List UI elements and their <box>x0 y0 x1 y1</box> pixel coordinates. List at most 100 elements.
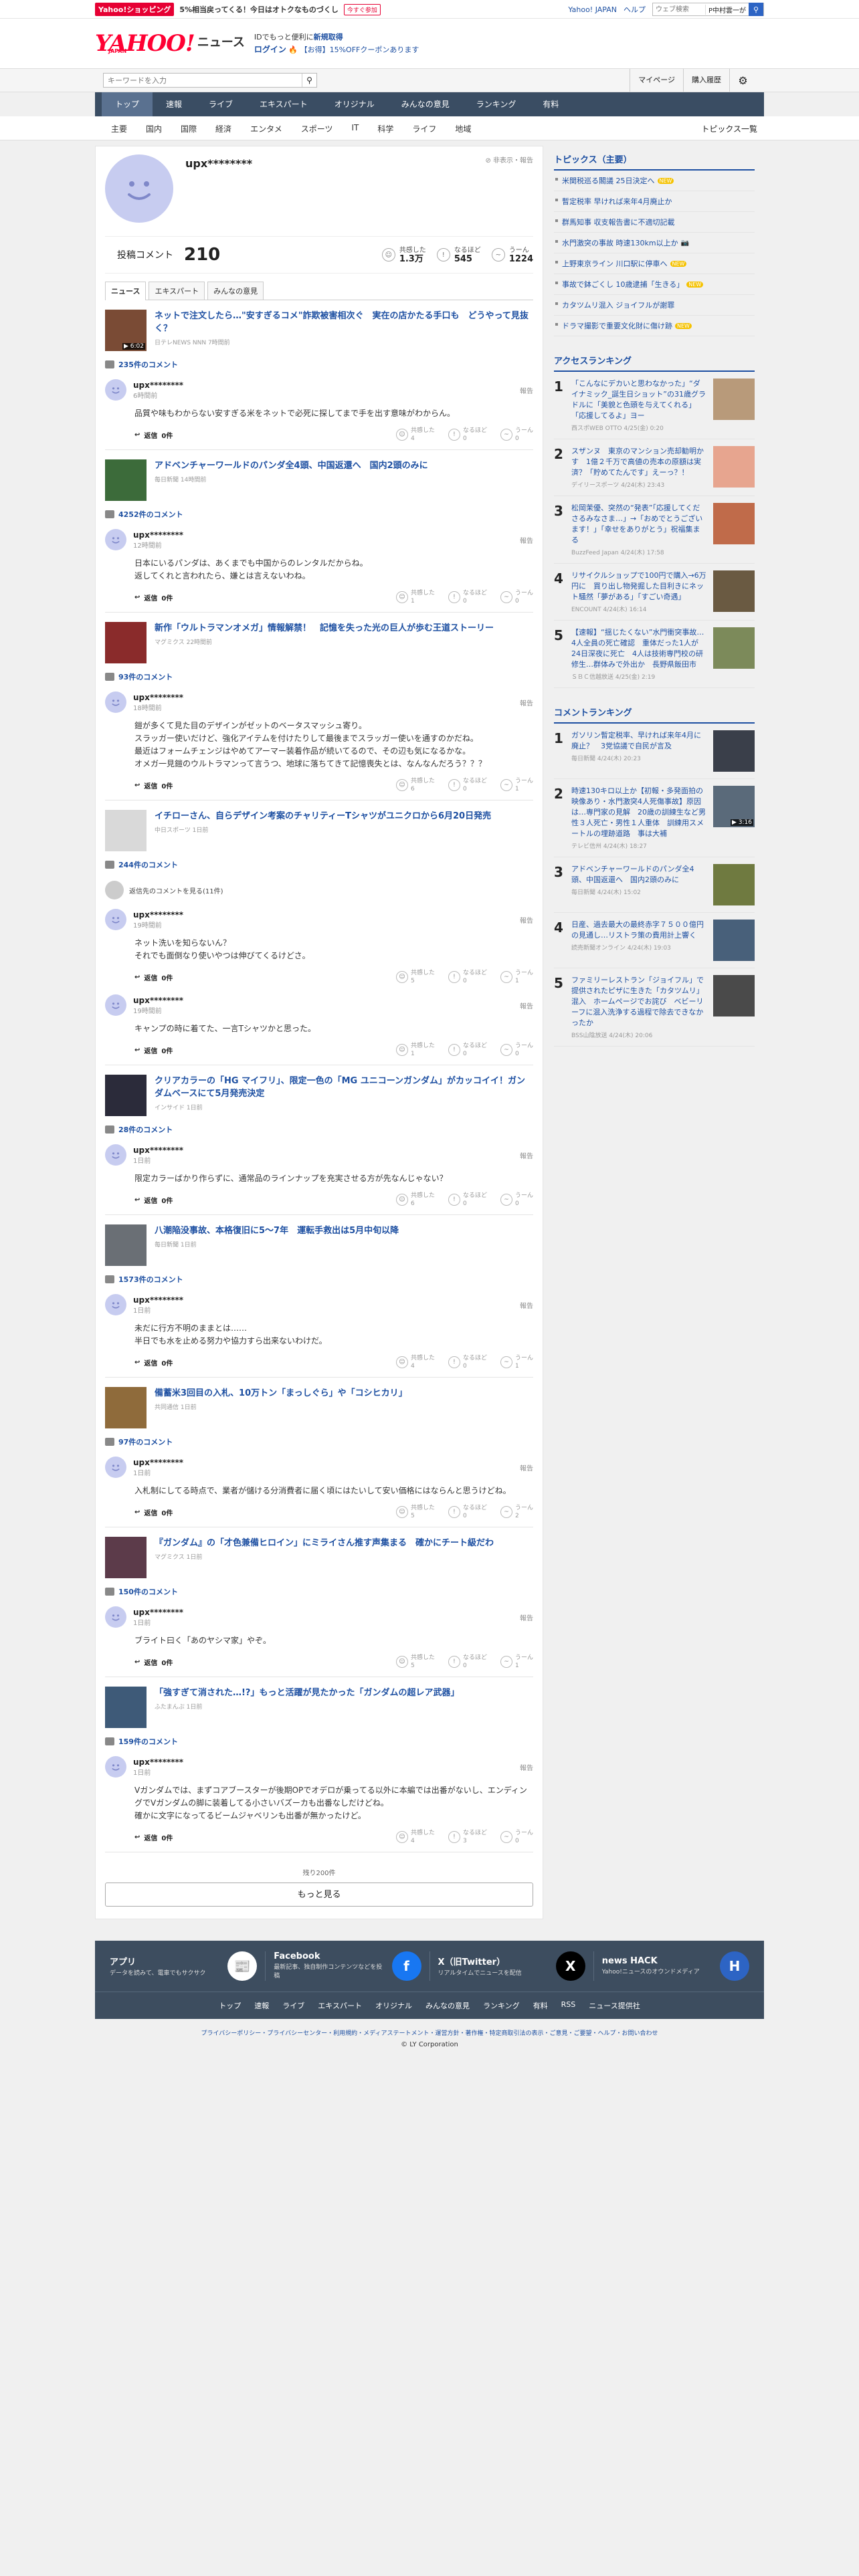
commenter-name[interactable]: upx******** <box>133 1146 183 1155</box>
comment-count-link[interactable]: 244件のコメント <box>105 859 533 870</box>
vote-button[interactable]: ~ うーん 1 <box>500 777 533 793</box>
vote-button[interactable]: ! なるほど 0 <box>448 427 487 443</box>
reply-button[interactable]: ↩ 返信 0件 <box>134 1195 173 1205</box>
commenter-name[interactable]: upx******** <box>133 1458 183 1467</box>
vote-button[interactable]: ! なるほど 0 <box>448 1654 487 1670</box>
comment-count-link[interactable]: 93件のコメント <box>105 671 533 682</box>
vote-button[interactable]: ~ うーん 0 <box>500 589 533 605</box>
vote-button[interactable]: ~ うーん 0 <box>500 1042 533 1058</box>
profile-tab[interactable]: ニュース <box>105 282 147 300</box>
shopping-badge[interactable]: Yahoo!ショッピング <box>95 3 175 16</box>
vote-button[interactable]: ☺ 共感した 6 <box>395 1192 435 1208</box>
article-title[interactable]: 八潮陥没事故、本格復旧に5～7年 運転手救出は5月中旬以降 <box>155 1226 399 1236</box>
commenter-name[interactable]: upx******** <box>133 1295 183 1305</box>
vote-button[interactable]: ☺ 共感した 4 <box>395 427 435 443</box>
article-thumbnail[interactable] <box>105 1224 147 1266</box>
commenter-name[interactable]: upx******** <box>133 996 183 1005</box>
report-link[interactable]: 報告 <box>520 1000 533 1010</box>
vote-button[interactable]: ~ うーん 1 <box>500 969 533 985</box>
commenter-name[interactable]: upx******** <box>133 381 183 390</box>
footer-link[interactable]: RSS <box>561 2000 576 2011</box>
vote-button[interactable]: ! なるほど 0 <box>448 1354 487 1370</box>
article-thumbnail[interactable] <box>105 1075 147 1116</box>
load-more-button[interactable]: もっと見る <box>105 1883 533 1907</box>
login-link[interactable]: ログイン <box>254 45 286 54</box>
sub-nav-item[interactable]: 国内 <box>136 123 171 134</box>
yahoo-japan-link[interactable]: Yahoo! JAPAN <box>568 5 617 14</box>
vote-button[interactable]: ! なるほど 0 <box>448 969 487 985</box>
vote-button[interactable]: ~ うーん 0 <box>500 1192 533 1208</box>
web-search-input[interactable] <box>652 3 705 15</box>
main-nav-item[interactable]: ランキング <box>463 92 530 116</box>
vote-button[interactable]: ☺ 共感した 5 <box>395 969 435 985</box>
report-link[interactable]: 報告 <box>520 915 533 925</box>
main-nav-item[interactable]: トップ <box>102 92 153 116</box>
settings-button[interactable]: ⚙ <box>729 69 756 92</box>
vote-button[interactable]: ~ うーん 1 <box>500 1654 533 1670</box>
search-suggestion-chip[interactable]: P中村雲一が <box>704 4 749 15</box>
comment-count-link[interactable]: 159件のコメント <box>105 1736 533 1747</box>
vote-button[interactable]: ~ うーん 2 <box>500 1504 533 1520</box>
report-link[interactable]: 報告 <box>520 697 533 708</box>
ranking-item[interactable]: 4 日産、過去最大の最終赤字７５００億円の見通し…リストラ策の費用計上響く 読売新聞… <box>554 913 755 968</box>
article-title[interactable]: クリアカラーの「HG マイフリ」、限定一色の「MG ユニコーンガンダム」がカッコ… <box>155 1076 525 1099</box>
footer-link[interactable]: 有料 <box>533 2000 548 2011</box>
commenter-name[interactable]: upx******** <box>133 693 183 702</box>
vote-button[interactable]: ☺ 共感した 1 <box>395 589 435 605</box>
register-link[interactable]: 新規取得 <box>314 33 343 41</box>
vote-button[interactable]: ☺ 共感した 4 <box>395 1829 435 1845</box>
article-thumbnail[interactable]: ▶ 6:02 <box>105 310 147 351</box>
vote-button[interactable]: ☺ 共感した 1 <box>395 1042 435 1058</box>
article-thumbnail[interactable] <box>105 1687 147 1728</box>
yahoo-news-logo[interactable]: YAHOO! JAPAN ニュース <box>95 30 245 57</box>
ranking-item[interactable]: 1 ガソリン暫定税率、早ければ来年4月に廃止？ 3党協議で自民が言及 毎日新聞 4/… <box>554 724 755 779</box>
vote-button[interactable]: ~ うーん 0 <box>500 1829 533 1845</box>
profile-report-link[interactable]: ⊘ 非表示・報告 <box>485 154 533 165</box>
footer-link[interactable]: みんなの意見 <box>425 2000 470 2011</box>
vote-button[interactable]: ☺ 共感した 5 <box>395 1504 435 1520</box>
footer-link[interactable]: ライブ <box>282 2000 304 2011</box>
ranking-item[interactable]: 1 「こんなにデカいと思わなかった」“ダイナミック_誕生日ショット”の31歳グラド… <box>554 372 755 439</box>
vote-button[interactable]: ~ うーん 1 <box>500 1354 533 1370</box>
report-link[interactable]: 報告 <box>520 1762 533 1772</box>
article-title[interactable]: アドベンチャーワールドのパンダ全4頭、中国返還へ 国内2頭のみに <box>155 461 428 471</box>
comment-count-link[interactable]: 97件のコメント <box>105 1436 533 1447</box>
reply-button[interactable]: ↩ 返信 0件 <box>134 1657 173 1667</box>
vote-button[interactable]: ! なるほど 3 <box>448 1829 487 1845</box>
report-link[interactable]: 報告 <box>520 1300 533 1310</box>
comment-count-link[interactable]: 28件のコメント <box>105 1124 533 1135</box>
footer-link[interactable]: ニュース提供社 <box>589 2000 640 2011</box>
mypage-button[interactable]: マイページ <box>630 69 683 92</box>
legal-links[interactable]: プライバシーポリシー・プライバシーセンター・利用規約・メディアステートメント・運… <box>95 2028 764 2037</box>
ranking-item[interactable]: 2 時速130キロ以上か【初報・多発面拍の映像あり・水門激突4人死傷事故】原因は…… <box>554 779 755 857</box>
coupon-link[interactable]: 【お得】15%OFFクーポンあります <box>300 45 419 54</box>
article-title[interactable]: 新作「ウルトラマンオメガ」情報解禁！ 記憶を失った光の巨人が歩む王道ストーリー <box>155 623 494 633</box>
parent-comment-row[interactable]: 返信先のコメントを見る(11件) <box>105 881 533 899</box>
reply-button[interactable]: ↩ 返信 0件 <box>134 972 173 982</box>
promo-text[interactable]: 5%相当戻ってくる！今日はオトクなものづくし <box>179 4 339 15</box>
article-title[interactable]: 「強すぎて消された…!?」もっと活躍が見たかった「ガンダムの超レア武器」 <box>155 1688 459 1698</box>
vote-button[interactable]: ☺ 共感した 4 <box>395 1354 435 1370</box>
topic-item[interactable]: 上野東京ライン 川口駅に停車へ NEW <box>554 253 755 274</box>
report-link[interactable]: 報告 <box>520 1612 533 1622</box>
keyword-search-button[interactable]: ⚲ <box>302 74 316 87</box>
main-nav-item[interactable]: ライブ <box>195 92 246 116</box>
vote-button[interactable]: ! なるほど 0 <box>448 1192 487 1208</box>
keyword-search-input[interactable] <box>104 74 302 87</box>
main-nav-item[interactable]: エキスパート <box>246 92 321 116</box>
ranking-item[interactable]: 3 アドベンチャーワールドのパンダ全4頭、中国返還へ 国内2頭のみに 毎日新聞 4/… <box>554 857 755 913</box>
footer-app-link[interactable]: X（旧Twitter） リアルタイムでニュースを配信 X <box>430 1951 594 1981</box>
reply-button[interactable]: ↩ 返信 0件 <box>134 1045 173 1055</box>
help-link[interactable]: ヘルプ <box>624 4 646 15</box>
sub-nav-item[interactable]: エンタメ <box>241 123 292 134</box>
topic-item[interactable]: ドラマ撮影で重要文化財に傷け跡 NEW <box>554 316 755 336</box>
topic-item[interactable]: カタツムリ混入 ジョイフルが謝罪 <box>554 295 755 316</box>
reply-button[interactable]: ↩ 返信 0件 <box>134 1832 173 1842</box>
article-thumbnail[interactable] <box>105 1387 147 1428</box>
sub-nav-item[interactable]: 地域 <box>446 123 480 134</box>
main-nav-item[interactable]: 速報 <box>153 92 195 116</box>
main-nav-item[interactable]: みんなの意見 <box>388 92 463 116</box>
commenter-name[interactable]: upx******** <box>133 910 183 920</box>
footer-app-link[interactable]: news HACK Yahoo!ニュースのオウンドメディア H <box>594 1951 757 1981</box>
article-title[interactable]: イチローさん、自らデザイン考案のチャリティーTシャツがユニクロから6月20日発売 <box>155 811 491 821</box>
